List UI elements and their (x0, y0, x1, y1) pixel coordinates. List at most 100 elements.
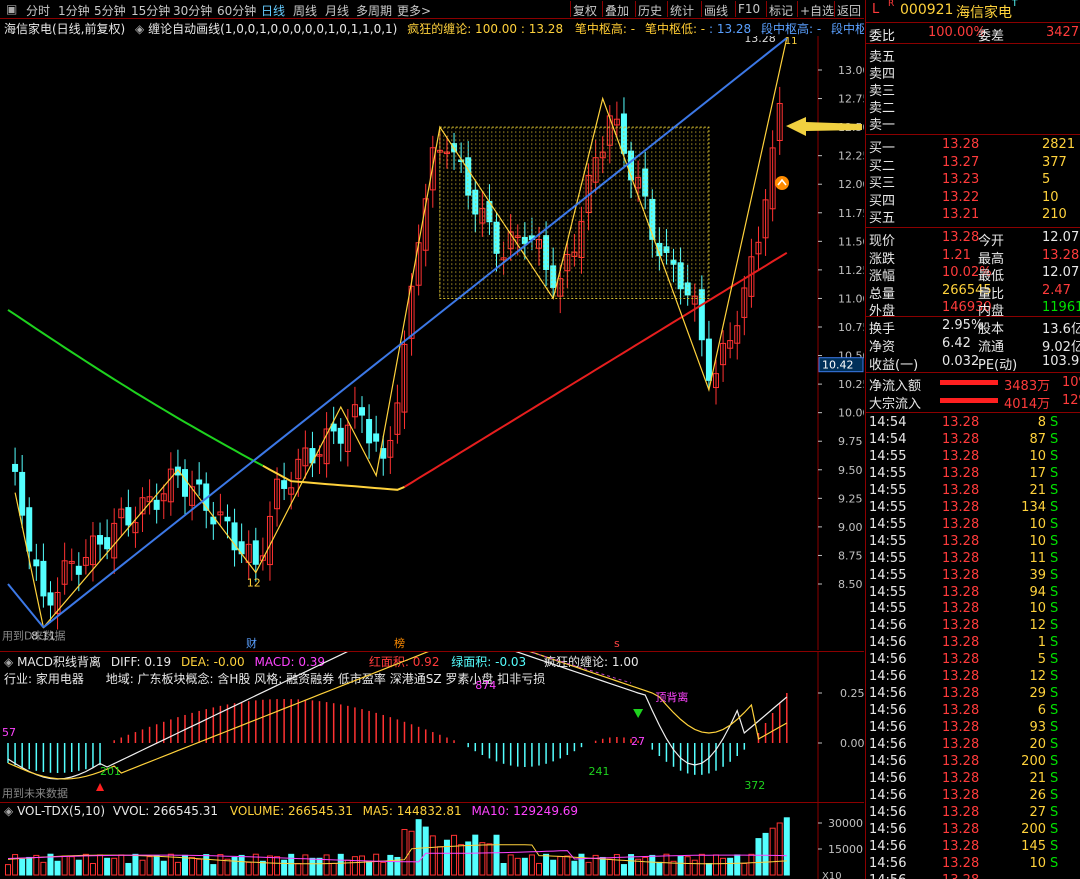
volume-bar (521, 857, 528, 876)
volume-bar (97, 854, 104, 876)
volume-bar (68, 856, 75, 876)
toolbar-tab-1[interactable]: 1分钟 (58, 2, 90, 19)
tick-row: 14:56 13.28 12 S (866, 669, 1080, 686)
tick-volume: 10 (1029, 516, 1046, 532)
macd-label-874: 874 (475, 679, 496, 692)
buy-level-2[interactable]: 买二 13.27 377 (866, 155, 1080, 174)
divider (866, 43, 1080, 44)
candle-down (97, 535, 104, 545)
buy-level-4[interactable]: 买四 13.22 10 (866, 190, 1080, 209)
tick-volume: 17 (1029, 465, 1046, 481)
flow-label: 净流入额 (869, 379, 922, 394)
sell-level-2[interactable]: 卖二 (866, 97, 1080, 116)
tick-side: S (1050, 720, 1059, 736)
volume-bar (642, 856, 649, 876)
toolbar-btn-6[interactable]: 标记 (769, 2, 793, 19)
sell-level-5[interactable]: 卖五 (866, 46, 1080, 65)
candle-down (465, 157, 472, 196)
macd-chart[interactable]: 0.500.250.0087427顶背离20124137257用到未来数据 (0, 652, 864, 802)
volume-bar (443, 839, 450, 876)
toolbar-tab-10[interactable]: 更多> (397, 2, 431, 19)
volume-bar (160, 860, 167, 876)
tick-side: S (1050, 838, 1059, 854)
tick-row: 14:54 13.28 87 S (866, 432, 1080, 449)
pen-center-low: 笔中枢低: - (644, 22, 706, 36)
tick-volume: 93 (1029, 720, 1046, 736)
volume-bar (727, 857, 734, 876)
tick-time: 14:54 (869, 431, 907, 447)
toolbar-tab-6[interactable]: 日线 (261, 2, 285, 19)
tick-side: S (1050, 584, 1059, 600)
toolbar-tab-7[interactable]: 周线 (293, 2, 317, 19)
toolbar-tab-0[interactable]: 分时 (26, 2, 50, 19)
volume-bar (387, 854, 394, 876)
price-axis-label: 9.25 (838, 492, 863, 505)
tick-price: 13.28 (942, 720, 980, 736)
volume-bar (734, 854, 741, 876)
tick-row: 14:55 13.28 10 S (866, 517, 1080, 534)
order-level-label: 买二 (869, 158, 896, 174)
candle-down (75, 565, 82, 575)
volume-bar (61, 855, 68, 876)
volume-chart[interactable]: 30000 15000 X10 (0, 803, 864, 879)
toolbar-tab-9[interactable]: 多周期 (356, 2, 392, 19)
toolbar-btn-3[interactable]: 统计 (670, 2, 694, 19)
toolbar-btn-8[interactable]: 返回 (837, 2, 861, 19)
volume-bar (415, 819, 422, 876)
candle-down (40, 560, 47, 597)
vol-axis-label: 15000 (828, 843, 863, 856)
volume-bar (684, 856, 691, 876)
toolbar-tab-3[interactable]: 15分钟 (131, 2, 170, 19)
toolbar-btn-5[interactable]: F10 (738, 2, 760, 16)
tick-time: 14:56 (869, 787, 907, 803)
tick-side: S (1050, 737, 1059, 753)
toolbar-btn-1[interactable]: 叠加 (605, 2, 629, 19)
tick-price: 13.28 (942, 635, 980, 651)
pen-center-low-val: : 13.28 (708, 22, 752, 36)
order-level-label: 卖一 (869, 118, 896, 133)
stat-label: 现价 (869, 234, 896, 249)
toolbar-btn-0[interactable]: 复权 (573, 2, 597, 19)
candle-down (19, 471, 26, 516)
sell-level-3[interactable]: 卖三 (866, 80, 1080, 99)
stat-row: 总量 266545 量比 2.47 (866, 283, 1080, 302)
sell-level-4[interactable]: 卖四 (866, 63, 1080, 82)
volume-bar (210, 864, 217, 876)
toolbar-btn-2[interactable]: 历史 (638, 2, 662, 19)
candle-down (359, 407, 365, 416)
stat-row: 现价 13.28 今开 12.07 (866, 230, 1080, 249)
toolbar-tab-5[interactable]: 60分钟 (217, 2, 256, 19)
buy-level-5[interactable]: 买五 13.21 210 (866, 207, 1080, 226)
stat-label: 今开 (978, 234, 1005, 249)
sell-level-1[interactable]: 卖一 (866, 114, 1080, 133)
tick-row: 14:55 13.28 11 S (866, 551, 1080, 568)
tick-price: 13.28 (942, 652, 980, 668)
toolbar-separator (667, 1, 668, 17)
stat-row: 涨幅 10.02% 最低 12.07 (866, 265, 1080, 284)
grid-icon[interactable]: ▣ (6, 2, 17, 16)
volume-bar (274, 856, 281, 876)
buy-level-3[interactable]: 买三 13.23 5 (866, 172, 1080, 191)
tick-side: S (1050, 482, 1059, 498)
volume-bar (408, 830, 415, 876)
kline-chart[interactable]: 13.0012.7512.5012.2512.0011.7511.5011.25… (0, 36, 864, 650)
ma-line-green (7, 309, 264, 467)
candle-down (380, 448, 387, 459)
volume-bar (146, 856, 153, 876)
toolbar-tab-4[interactable]: 30分钟 (173, 2, 212, 19)
buy-level-1[interactable]: 买一 13.28 2821 (866, 137, 1080, 156)
indicator-toggle-icon[interactable]: ◈ (135, 22, 144, 36)
toolbar-tab-2[interactable]: 5分钟 (94, 2, 126, 19)
volume-bar (26, 856, 33, 876)
toolbar-tab-8[interactable]: 月线 (325, 2, 349, 19)
volume-bar (762, 832, 769, 876)
fund-flow-row: 净流入额 3483万 10% (866, 375, 1080, 394)
toolbar-btn-7[interactable]: +自选 (800, 2, 834, 19)
tick-price: 13.28 (942, 787, 980, 803)
tick-row: 14:56 13.28 145 S (866, 839, 1080, 856)
top-divergence-label: 顶背离 (655, 690, 688, 704)
volume-bar (82, 853, 89, 876)
low-point-number: 12 (247, 577, 261, 590)
toolbar-btn-4[interactable]: 画线 (704, 2, 728, 19)
tick-volume: 21 (1029, 770, 1046, 786)
